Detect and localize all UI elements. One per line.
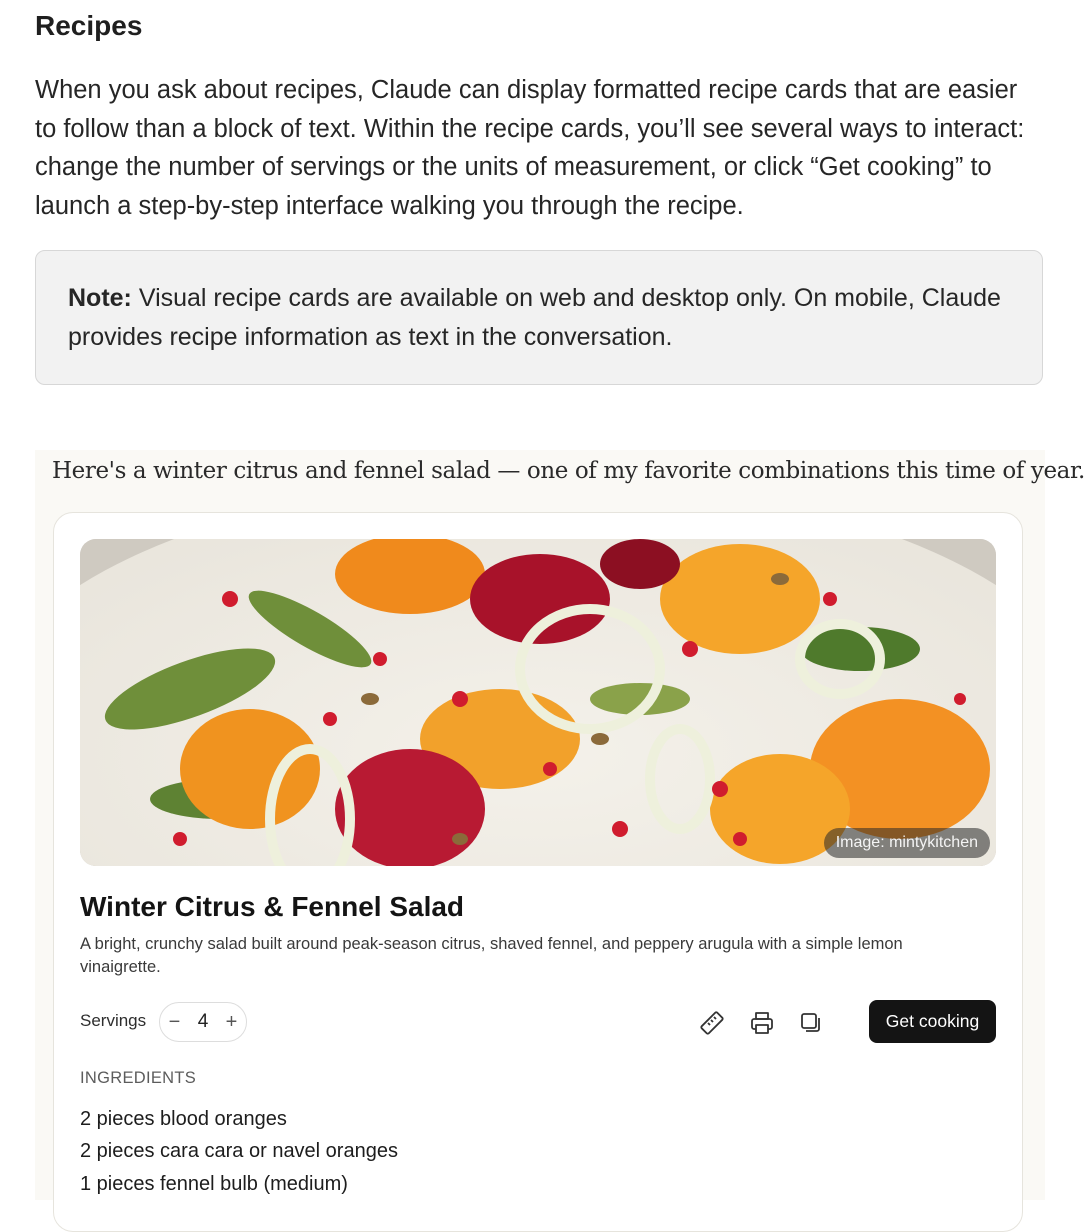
increment-button[interactable]: + bbox=[226, 1011, 238, 1034]
recipe-card: Image: mintykitchen Winter Citrus & Fenn… bbox=[53, 512, 1023, 1232]
ingredient-item: 2 pieces blood oranges bbox=[80, 1108, 287, 1130]
image-credit: Image: mintykitchen bbox=[823, 828, 990, 858]
chat-example: Here's a winter citrus and fennel salad … bbox=[35, 450, 1085, 1232]
note-callout: Note: Visual recipe cards are available … bbox=[35, 250, 1043, 385]
ruler-icon[interactable] bbox=[699, 1010, 725, 1036]
ingredients-heading: INGREDIENTS bbox=[80, 1069, 197, 1087]
ingredient-item: 1 pieces fennel bulb (medium) bbox=[80, 1172, 348, 1195]
assistant-message: Here's a winter citrus and fennel salad … bbox=[52, 458, 1085, 484]
servings-value: 4 bbox=[197, 1011, 209, 1032]
section-heading: Recipes bbox=[35, 10, 143, 41]
salad-plate-image bbox=[80, 539, 996, 866]
ingredients-list: 2 pieces blood oranges 2 pieces cara car… bbox=[80, 1103, 398, 1200]
printer-icon[interactable] bbox=[749, 1010, 775, 1036]
recipe-title: Winter Citrus & Fennel Salad bbox=[80, 891, 465, 922]
ingredient-item: 2 pieces cara cara or navel oranges bbox=[80, 1140, 398, 1163]
servings-stepper: − 4 + bbox=[159, 1002, 247, 1042]
recipe-description: A bright, crunchy salad built around pea… bbox=[80, 935, 903, 976]
servings-label: Servings bbox=[80, 1011, 147, 1030]
recipe-photo: Image: mintykitchen bbox=[80, 539, 996, 866]
decrement-button[interactable]: − bbox=[169, 1011, 181, 1034]
intro-paragraph: When you ask about recipes, Claude can d… bbox=[35, 76, 1025, 220]
note-text: Visual recipe cards are available on web… bbox=[68, 284, 1001, 351]
note-label: Note: bbox=[68, 284, 132, 312]
copy-icon[interactable] bbox=[798, 1010, 824, 1036]
get-cooking-button[interactable]: Get cooking bbox=[869, 1000, 996, 1043]
